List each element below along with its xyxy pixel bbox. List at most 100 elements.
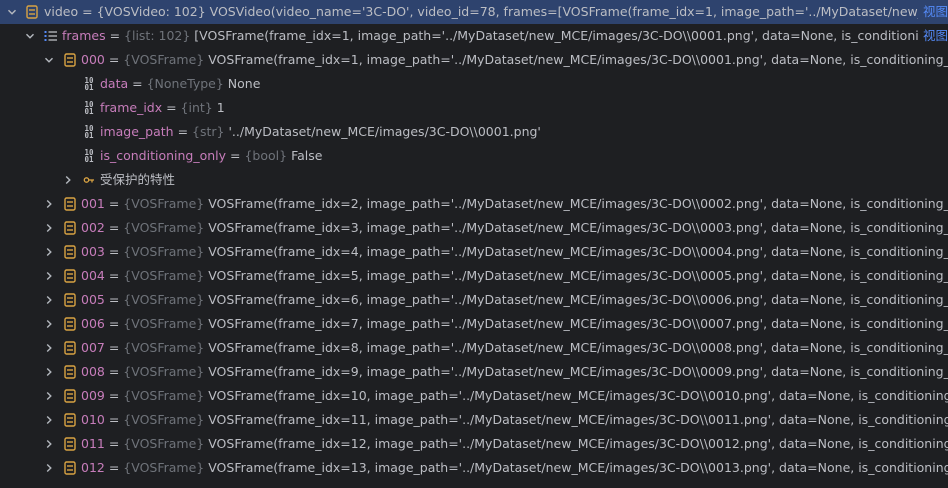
- tree-row-video[interactable]: video = {VOSVideo: 102} VOSVideo(video_n…: [0, 0, 948, 24]
- chevron-right-icon[interactable]: [43, 288, 55, 312]
- variable-type: {NoneType}: [146, 76, 224, 91]
- chevron-down-icon[interactable]: [6, 0, 18, 24]
- variable-type: {VOSFrame}: [123, 196, 205, 211]
- object-icon: [63, 432, 77, 456]
- equals-sign: =: [162, 100, 181, 115]
- tree-row-text: 003 = {VOSFrame} VOSFrame(frame_idx=4, i…: [81, 240, 948, 264]
- variable-type: {VOSFrame}: [123, 388, 205, 403]
- object-icon: [63, 288, 77, 312]
- variable-name: 009: [81, 388, 105, 403]
- variable-type: {VOSFrame}: [123, 316, 205, 331]
- object-icon: [63, 456, 77, 480]
- tree-row-text: 008 = {VOSFrame} VOSFrame(frame_idx=9, i…: [81, 360, 948, 384]
- tree-row-frame-005[interactable]: 005 = {VOSFrame} VOSFrame(frame_idx=6, i…: [0, 288, 948, 312]
- tree-row-frame-007[interactable]: 007 = {VOSFrame} VOSFrame(frame_idx=8, i…: [0, 336, 948, 360]
- chevron-down-icon[interactable]: [24, 24, 36, 48]
- equals-sign: =: [104, 52, 124, 67]
- protected-attributes-label: 受保护的特性: [100, 172, 176, 187]
- chevron-right-icon[interactable]: [43, 384, 55, 408]
- tree-row-frame-000[interactable]: 000 = {VOSFrame} VOSFrame(frame_idx=1, i…: [0, 48, 948, 72]
- tree-row-text: 004 = {VOSFrame} VOSFrame(frame_idx=5, i…: [81, 264, 948, 288]
- variable-name: 007: [81, 340, 105, 355]
- variable-name: data: [100, 76, 129, 91]
- tree-row-frame-003[interactable]: 003 = {VOSFrame} VOSFrame(frame_idx=4, i…: [0, 240, 948, 264]
- tree-row-text: 000 = {VOSFrame} VOSFrame(frame_idx=1, i…: [81, 48, 948, 72]
- primitive-icon: 10 01: [84, 100, 94, 116]
- equals-sign: =: [104, 436, 124, 451]
- chevron-down-icon[interactable]: [43, 48, 55, 72]
- view-link[interactable]: 视图: [920, 24, 948, 48]
- equals-sign: =: [104, 196, 124, 211]
- equals-sign: =: [78, 4, 97, 19]
- object-icon: [63, 312, 77, 336]
- variable-value: False: [287, 148, 323, 163]
- tree-row-frame-006[interactable]: 006 = {VOSFrame} VOSFrame(frame_idx=7, i…: [0, 312, 948, 336]
- tree-row-frame-001[interactable]: 001 = {VOSFrame} VOSFrame(frame_idx=2, i…: [0, 192, 948, 216]
- object-icon: [63, 384, 77, 408]
- variable-type: {str}: [192, 124, 225, 139]
- variable-value: VOSFrame(frame_idx=5, image_path='../MyD…: [204, 268, 948, 283]
- chevron-right-icon[interactable]: [43, 360, 55, 384]
- tree-row-attr-is-conditioning-only[interactable]: 10 01 is_conditioning_only = {bool} False: [0, 144, 948, 168]
- tree-row-frame-009[interactable]: 009 = {VOSFrame} VOSFrame(frame_idx=10, …: [0, 384, 948, 408]
- equals-sign: =: [104, 316, 124, 331]
- chevron-right-icon[interactable]: [43, 336, 55, 360]
- chevron-right-icon[interactable]: [43, 312, 55, 336]
- variable-value: VOSFrame(frame_idx=7, image_path='../MyD…: [204, 316, 948, 331]
- tree-row-text: image_path = {str} '../MyDataset/new_MCE…: [100, 120, 948, 144]
- tree-row-frame-012[interactable]: 012 = {VOSFrame} VOSFrame(frame_idx=13, …: [0, 456, 948, 480]
- tree-row-frame-008[interactable]: 008 = {VOSFrame} VOSFrame(frame_idx=9, i…: [0, 360, 948, 384]
- primitive-icon: 10 01: [84, 76, 94, 92]
- tree-row-text: 005 = {VOSFrame} VOSFrame(frame_idx=6, i…: [81, 288, 948, 312]
- variable-value: None: [223, 76, 261, 91]
- tree-row-protected-attributes[interactable]: 受保护的特性: [0, 168, 948, 192]
- object-icon: [63, 216, 77, 240]
- chevron-right-icon[interactable]: [43, 456, 55, 480]
- equals-sign: =: [104, 292, 124, 307]
- variable-name: 003: [81, 244, 105, 259]
- tree-row-frame-011[interactable]: 011 = {VOSFrame} VOSFrame(frame_idx=12, …: [0, 432, 948, 456]
- primitive-icon: 10 01: [84, 148, 94, 164]
- tree-row-frame-010[interactable]: 010 = {VOSFrame} VOSFrame(frame_idx=11, …: [0, 408, 948, 432]
- tree-row-frame-004[interactable]: 004 = {VOSFrame} VOSFrame(frame_idx=5, i…: [0, 264, 948, 288]
- tree-row-text: video = {VOSVideo: 102} VOSVideo(video_n…: [44, 0, 918, 24]
- variable-name: image_path: [100, 124, 174, 139]
- variable-name: 010: [81, 412, 105, 427]
- tree-row-text: frame_idx = {int} 1: [100, 96, 948, 120]
- equals-sign: =: [104, 460, 124, 475]
- variable-type: {VOSFrame}: [123, 52, 205, 67]
- chevron-right-icon[interactable]: [62, 168, 74, 192]
- tree-row-frame-002[interactable]: 002 = {VOSFrame} VOSFrame(frame_idx=3, i…: [0, 216, 948, 240]
- variable-value: 1: [212, 100, 225, 115]
- object-icon: [63, 408, 77, 432]
- tree-row-frames[interactable]: frames = {list: 102} [VOSFrame(frame_idx…: [0, 24, 948, 48]
- equals-sign: =: [128, 76, 147, 91]
- tree-row-attr-image-path[interactable]: 10 01 image_path = {str} '../MyDataset/ne…: [0, 120, 948, 144]
- tree-row-attr-frame-idx[interactable]: 10 01 frame_idx = {int} 1: [0, 96, 948, 120]
- horizontal-scrollbar[interactable]: [0, 482, 948, 488]
- variable-type: {VOSFrame}: [123, 292, 205, 307]
- tree-row-text: 001 = {VOSFrame} VOSFrame(frame_idx=2, i…: [81, 192, 948, 216]
- variable-type: {VOSFrame}: [123, 268, 205, 283]
- object-icon: [63, 48, 77, 72]
- tree-row-attr-data[interactable]: 10 01 data = {NoneType} None: [0, 72, 948, 96]
- view-link[interactable]: 视图: [920, 0, 948, 24]
- chevron-right-icon[interactable]: [43, 216, 55, 240]
- variable-name: video: [44, 4, 79, 19]
- chevron-right-icon[interactable]: [43, 432, 55, 456]
- chevron-right-icon[interactable]: [43, 408, 55, 432]
- chevron-right-icon[interactable]: [43, 192, 55, 216]
- tree-row-text: 011 = {VOSFrame} VOSFrame(frame_idx=12, …: [81, 432, 948, 456]
- chevron-right-icon[interactable]: [43, 240, 55, 264]
- variable-type: {VOSVideo: 102}: [96, 4, 206, 19]
- variable-name: 001: [81, 196, 105, 211]
- equals-sign: =: [173, 124, 193, 139]
- equals-sign: =: [226, 148, 245, 163]
- variable-type: {VOSFrame}: [123, 220, 205, 235]
- list-icon: [44, 24, 58, 48]
- equals-sign: =: [105, 28, 125, 43]
- chevron-right-icon[interactable]: [43, 264, 55, 288]
- equals-sign: =: [104, 364, 124, 379]
- equals-sign: =: [104, 244, 124, 259]
- tree-row-text: is_conditioning_only = {bool} False: [100, 144, 948, 168]
